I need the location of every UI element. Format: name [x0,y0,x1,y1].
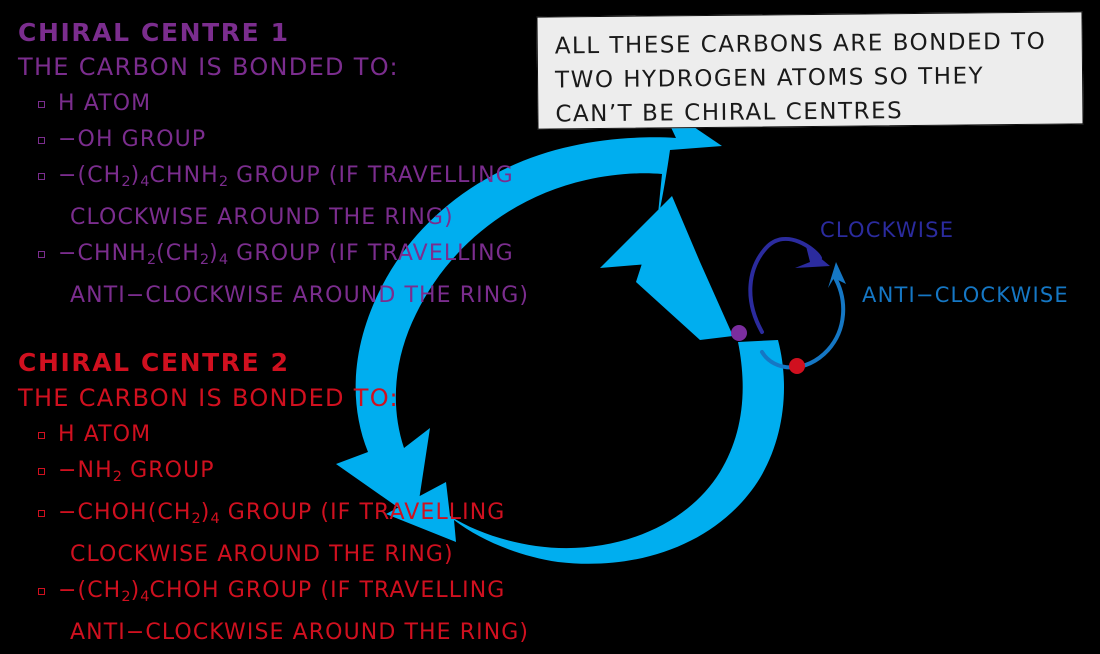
legend-clockwise-arrowhead [795,246,830,268]
chiral-centre-1-list-item: −(CH2)4CHNH2 GROUP (IF TRAVELLING CLOCKWI… [36,158,529,236]
callout-box: ALL THESE CARBONS ARE BONDED TO TWO HYDR… [536,11,1084,130]
formula-subscript: 2 [199,252,210,269]
bullet-square-icon [38,173,45,180]
chiral-centre-1-list-item: −CHNH2(CH2)4 GROUP (IF TRAVELLING ANTI−CL… [36,236,529,314]
callout-line-2: TWO HYDROGEN ATOMS SO THEY [554,63,985,94]
chiral-centre-1-subheading: THE CARBON IS BONDED TO: [18,53,399,81]
chiral-centre-2-list-item: H ATOM [36,417,529,453]
chiral-centre-2-list-item-label: H ATOM [58,422,152,447]
chiral-centre-2-list-item-continuation: CLOCKWISE AROUND THE RING) [70,542,454,568]
bullet-square-icon [38,510,45,518]
bullet-square-icon [38,137,45,144]
chiral-centre-2-list-item: −(CH2)4CHOH GROUP (IF TRAVELLING ANTI−CLO… [36,573,529,651]
formula-subscript: 2 [121,174,131,191]
chiral-centre-1-list-item-label: H ATOM [58,91,152,116]
chiral-centre-2-list-item-label: −CHOH(CH2)4 GROUP (IF TRAVELLING [58,500,506,528]
bullet-square-icon [38,101,45,108]
bullet-square-icon [38,468,45,475]
diagram-canvas: ALL THESE CARBONS ARE BONDED TO TWO HYDR… [0,0,1100,654]
chiral-centre-2-list-item: −CHOH(CH2)4 GROUP (IF TRAVELLING CLOCKWIS… [36,495,529,573]
bullet-square-icon [38,251,45,259]
chiral-centre-1-list-item-label: −OH GROUP [58,127,207,152]
formula-subscript: 4 [210,511,220,528]
formula-subscript: 4 [140,589,150,606]
formula-subscript: 4 [140,174,150,191]
chiral-centre-1-list-item-continuation: CLOCKWISE AROUND THE RING) [70,205,454,231]
chiral-centre-2-heading: CHIRAL CENTRE 2 [18,348,290,377]
chiral-centre-2-list-item-continuation: ANTI−CLOCKWISE AROUND THE RING) [70,620,530,646]
chiral-centre-2-subheading: THE CARBON IS BONDED TO: [18,384,399,412]
chiral-centre-2-dot [789,358,805,374]
formula-subscript: 2 [112,469,122,486]
formula-subscript: 2 [191,511,201,528]
callout-line-3: CAN’T BE CHIRAL CENTRES [555,98,904,128]
chiral-centre-1-list-item: −OH GROUP [36,122,529,158]
bullet-square-icon [38,588,45,596]
chiral-centre-2-list-item-label: −NH2 GROUP [58,458,215,486]
bullet-square-icon [38,432,45,439]
chiral-centre-1-list-item-label: −(CH2)4CHNH2 GROUP (IF TRAVELLING [58,163,514,191]
chiral-centre-2-list-item: −NH2 GROUP [36,453,529,495]
formula-subscript: 2 [146,252,157,269]
chiral-centre-1-list-item: H ATOM [36,86,529,122]
legend-anticlockwise-arc [760,274,846,370]
chiral-centre-1-list-item-label: −CHNH2(CH2)4 GROUP (IF TRAVELLING [58,241,514,269]
chiral-centre-1-list-item-continuation: ANTI−CLOCKWISE AROUND THE RING) [70,283,530,309]
formula-subscript: 2 [218,174,229,191]
chiral-centre-1-list: H ATOM −OH GROUP −(CH2)4CHNH2 GROUP (IF TR… [36,86,529,314]
chiral-centre-1-heading: CHIRAL CENTRE 1 [18,18,290,47]
legend-clockwise-label: CLOCKWISE [820,218,955,242]
legend-anticlockwise-label: ANTI−CLOCKWISE [862,283,1069,307]
legend-clockwise-arc [748,237,822,334]
chiral-centre-2-list: H ATOM −NH2 GROUP −CHOH(CH2)4 GROUP (IF TR… [36,417,529,651]
formula-subscript: 4 [218,252,229,269]
legend-anticlockwise-arrowhead [828,262,846,288]
callout-line-1: ALL THESE CARBONS ARE BONDED TO [554,28,1047,60]
chiral-centre-2-list-item-label: −(CH2)4CHOH GROUP (IF TRAVELLING [58,578,506,606]
formula-subscript: 2 [121,589,131,606]
chiral-centre-1-dot [731,325,747,341]
